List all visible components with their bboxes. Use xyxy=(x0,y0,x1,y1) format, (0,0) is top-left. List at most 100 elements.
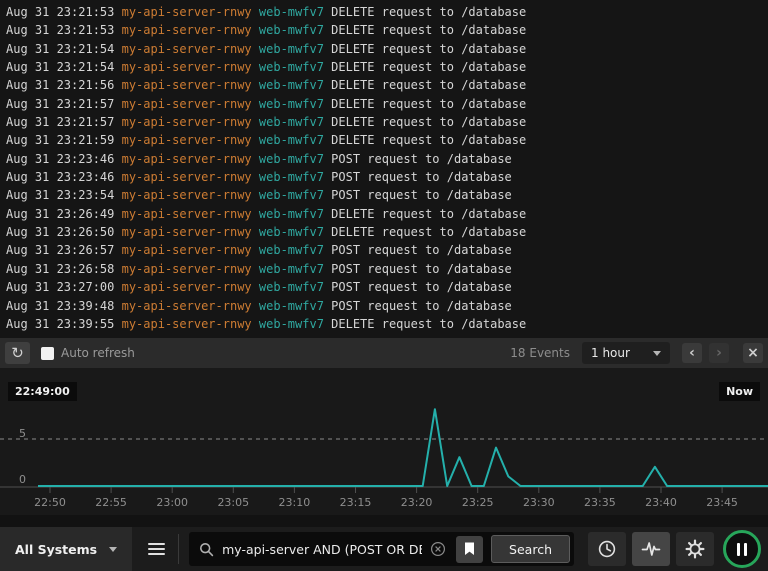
log-program: web-mwfv7 xyxy=(258,78,324,93)
log-system: my-api-server-rnwy xyxy=(121,133,252,148)
time-range-dropdown[interactable]: 1 hour xyxy=(582,342,670,364)
log-row[interactable]: Aug 31 23:23:46 my-api-server-rnwy web-m… xyxy=(6,150,768,168)
log-system: my-api-server-rnwy xyxy=(121,280,252,295)
log-system: my-api-server-rnwy xyxy=(121,115,252,130)
log-timestamp: Aug 31 23:26:50 xyxy=(6,225,115,240)
search-bar[interactable]: Search xyxy=(189,532,574,566)
svg-text:23:05: 23:05 xyxy=(217,496,249,509)
bookmark-icon xyxy=(465,542,475,555)
log-program: web-mwfv7 xyxy=(258,133,324,148)
refresh-icon: ↻ xyxy=(11,343,24,362)
log-row[interactable]: Aug 31 23:26:57 my-api-server-rnwy web-m… xyxy=(6,241,768,259)
log-row[interactable]: Aug 31 23:21:54 my-api-server-rnwy web-m… xyxy=(6,40,768,58)
log-row[interactable]: Aug 31 23:21:53 my-api-server-rnwy web-m… xyxy=(6,3,768,21)
log-row[interactable]: Aug 31 23:21:57 my-api-server-rnwy web-m… xyxy=(6,113,768,131)
svg-text:22:50: 22:50 xyxy=(34,496,66,509)
events-count: 18 Events xyxy=(510,346,570,360)
events-chart[interactable]: 22:50 22:55 23:00 23:05 23:10 23:15 23:20 23:25… xyxy=(0,368,768,515)
svg-text:23:35: 23:35 xyxy=(584,496,616,509)
svg-text:23:15: 23:15 xyxy=(340,496,372,509)
log-timestamp: Aug 31 23:23:46 xyxy=(6,170,115,185)
event-graph-button[interactable] xyxy=(632,532,670,566)
log-message: DELETE request to /database xyxy=(331,115,527,130)
prev-page-button[interactable]: ‹ xyxy=(682,343,702,363)
svg-text:23:30: 23:30 xyxy=(523,496,555,509)
gear-icon xyxy=(685,539,705,559)
svg-text:0: 0 xyxy=(19,473,26,486)
log-row[interactable]: Aug 31 23:27:00 my-api-server-rnwy web-m… xyxy=(6,278,768,296)
log-timestamp: Aug 31 23:27:00 xyxy=(6,280,115,295)
log-timestamp: Aug 31 23:21:57 xyxy=(6,96,115,111)
log-row[interactable]: Aug 31 23:21:59 my-api-server-rnwy web-m… xyxy=(6,131,768,149)
log-message: DELETE request to /database xyxy=(331,41,527,56)
close-button[interactable]: × xyxy=(743,343,763,363)
log-system: my-api-server-rnwy xyxy=(121,60,252,75)
log-program: web-mwfv7 xyxy=(258,188,324,203)
log-message: POST request to /database xyxy=(331,280,512,295)
svg-text:23:45: 23:45 xyxy=(706,496,738,509)
svg-text:23:20: 23:20 xyxy=(401,496,433,509)
log-row[interactable]: Aug 31 23:23:46 my-api-server-rnwy web-m… xyxy=(6,168,768,186)
activity-pulse-icon xyxy=(641,542,661,556)
log-row[interactable]: Aug 31 23:21:56 my-api-server-rnwy web-m… xyxy=(6,76,768,94)
settings-button[interactable] xyxy=(676,532,714,566)
search-input[interactable] xyxy=(222,541,423,557)
log-program: web-mwfv7 xyxy=(258,170,324,185)
log-system: my-api-server-rnwy xyxy=(121,5,252,19)
menu-button[interactable] xyxy=(139,532,173,566)
log-message: DELETE request to /database xyxy=(331,206,527,221)
clear-circle-x-icon xyxy=(431,541,446,557)
auto-refresh-label: Auto refresh xyxy=(61,346,135,360)
svg-text:23:00: 23:00 xyxy=(156,496,188,509)
log-row[interactable]: Aug 31 23:21:57 my-api-server-rnwy web-m… xyxy=(6,95,768,113)
pause-icon xyxy=(736,542,741,556)
chevron-down-icon xyxy=(653,350,661,356)
log-row[interactable]: Aug 31 23:26:50 my-api-server-rnwy web-m… xyxy=(6,223,768,241)
log-message: DELETE request to /database xyxy=(331,133,527,148)
log-system: my-api-server-rnwy xyxy=(121,316,252,331)
log-row[interactable]: Aug 31 23:21:54 my-api-server-rnwy web-m… xyxy=(6,58,768,76)
log-timestamp: Aug 31 23:21:54 xyxy=(6,60,115,75)
log-message: DELETE request to /database xyxy=(331,23,527,38)
log-program: web-mwfv7 xyxy=(258,280,324,295)
svg-text:23:40: 23:40 xyxy=(645,496,677,509)
log-row[interactable]: Aug 31 23:26:49 my-api-server-rnwy web-m… xyxy=(6,205,768,223)
svg-text:5: 5 xyxy=(19,427,26,440)
log-row[interactable]: Aug 31 23:21:53 my-api-server-rnwy web-m… xyxy=(6,21,768,39)
log-message: POST request to /database xyxy=(331,188,512,203)
log-row[interactable]: Aug 31 23:39:55 my-api-server-rnwy web-m… xyxy=(6,315,768,333)
log-row[interactable]: Aug 31 23:23:54 my-api-server-rnwy web-m… xyxy=(6,186,768,204)
log-program: web-mwfv7 xyxy=(258,316,324,331)
close-icon: × xyxy=(747,345,759,361)
now-button[interactable]: Now xyxy=(719,382,760,401)
clock-icon xyxy=(598,540,616,558)
log-row[interactable]: Aug 31 23:39:48 my-api-server-rnwy web-m… xyxy=(6,297,768,315)
log-program: web-mwfv7 xyxy=(258,298,324,313)
clear-search-button[interactable] xyxy=(430,541,446,557)
log-program: web-mwfv7 xyxy=(258,96,324,111)
events-chart-section: 22:49:00 Now 22:50 22:55 23:00 23:05 23:10 23… xyxy=(0,368,768,515)
auto-refresh-checkbox[interactable] xyxy=(41,346,54,360)
systems-dropdown-label: All Systems xyxy=(15,541,98,557)
log-timestamp: Aug 31 23:23:46 xyxy=(6,151,115,166)
log-program: web-mwfv7 xyxy=(258,261,324,276)
next-page-button[interactable]: › xyxy=(709,343,729,363)
log-row[interactable]: Aug 31 23:26:58 my-api-server-rnwy web-m… xyxy=(6,260,768,278)
search-button[interactable]: Search xyxy=(491,535,570,563)
log-system: my-api-server-rnwy xyxy=(121,261,252,276)
refresh-button[interactable]: ↻ xyxy=(5,342,30,364)
log-timestamp: Aug 31 23:26:58 xyxy=(6,261,115,276)
toolbar: ↻ Auto refresh 18 Events 1 hour ‹ › × xyxy=(0,338,768,368)
pause-live-tail-button[interactable] xyxy=(723,530,761,568)
log-timestamp: Aug 31 23:23:54 xyxy=(6,188,115,203)
save-search-button[interactable] xyxy=(456,535,484,563)
chevron-right-icon: › xyxy=(716,345,722,361)
log-program: web-mwfv7 xyxy=(258,60,324,75)
log-list: Aug 31 23:21:53 my-api-server-rnwy web-m… xyxy=(0,0,768,338)
systems-dropdown[interactable]: All Systems xyxy=(0,527,133,571)
log-system: my-api-server-rnwy xyxy=(121,23,252,38)
time-jump-button[interactable] xyxy=(588,532,626,566)
log-program: web-mwfv7 xyxy=(258,225,324,240)
chart-start-time-badge: 22:49:00 xyxy=(8,382,77,401)
chevron-down-icon xyxy=(109,546,118,552)
